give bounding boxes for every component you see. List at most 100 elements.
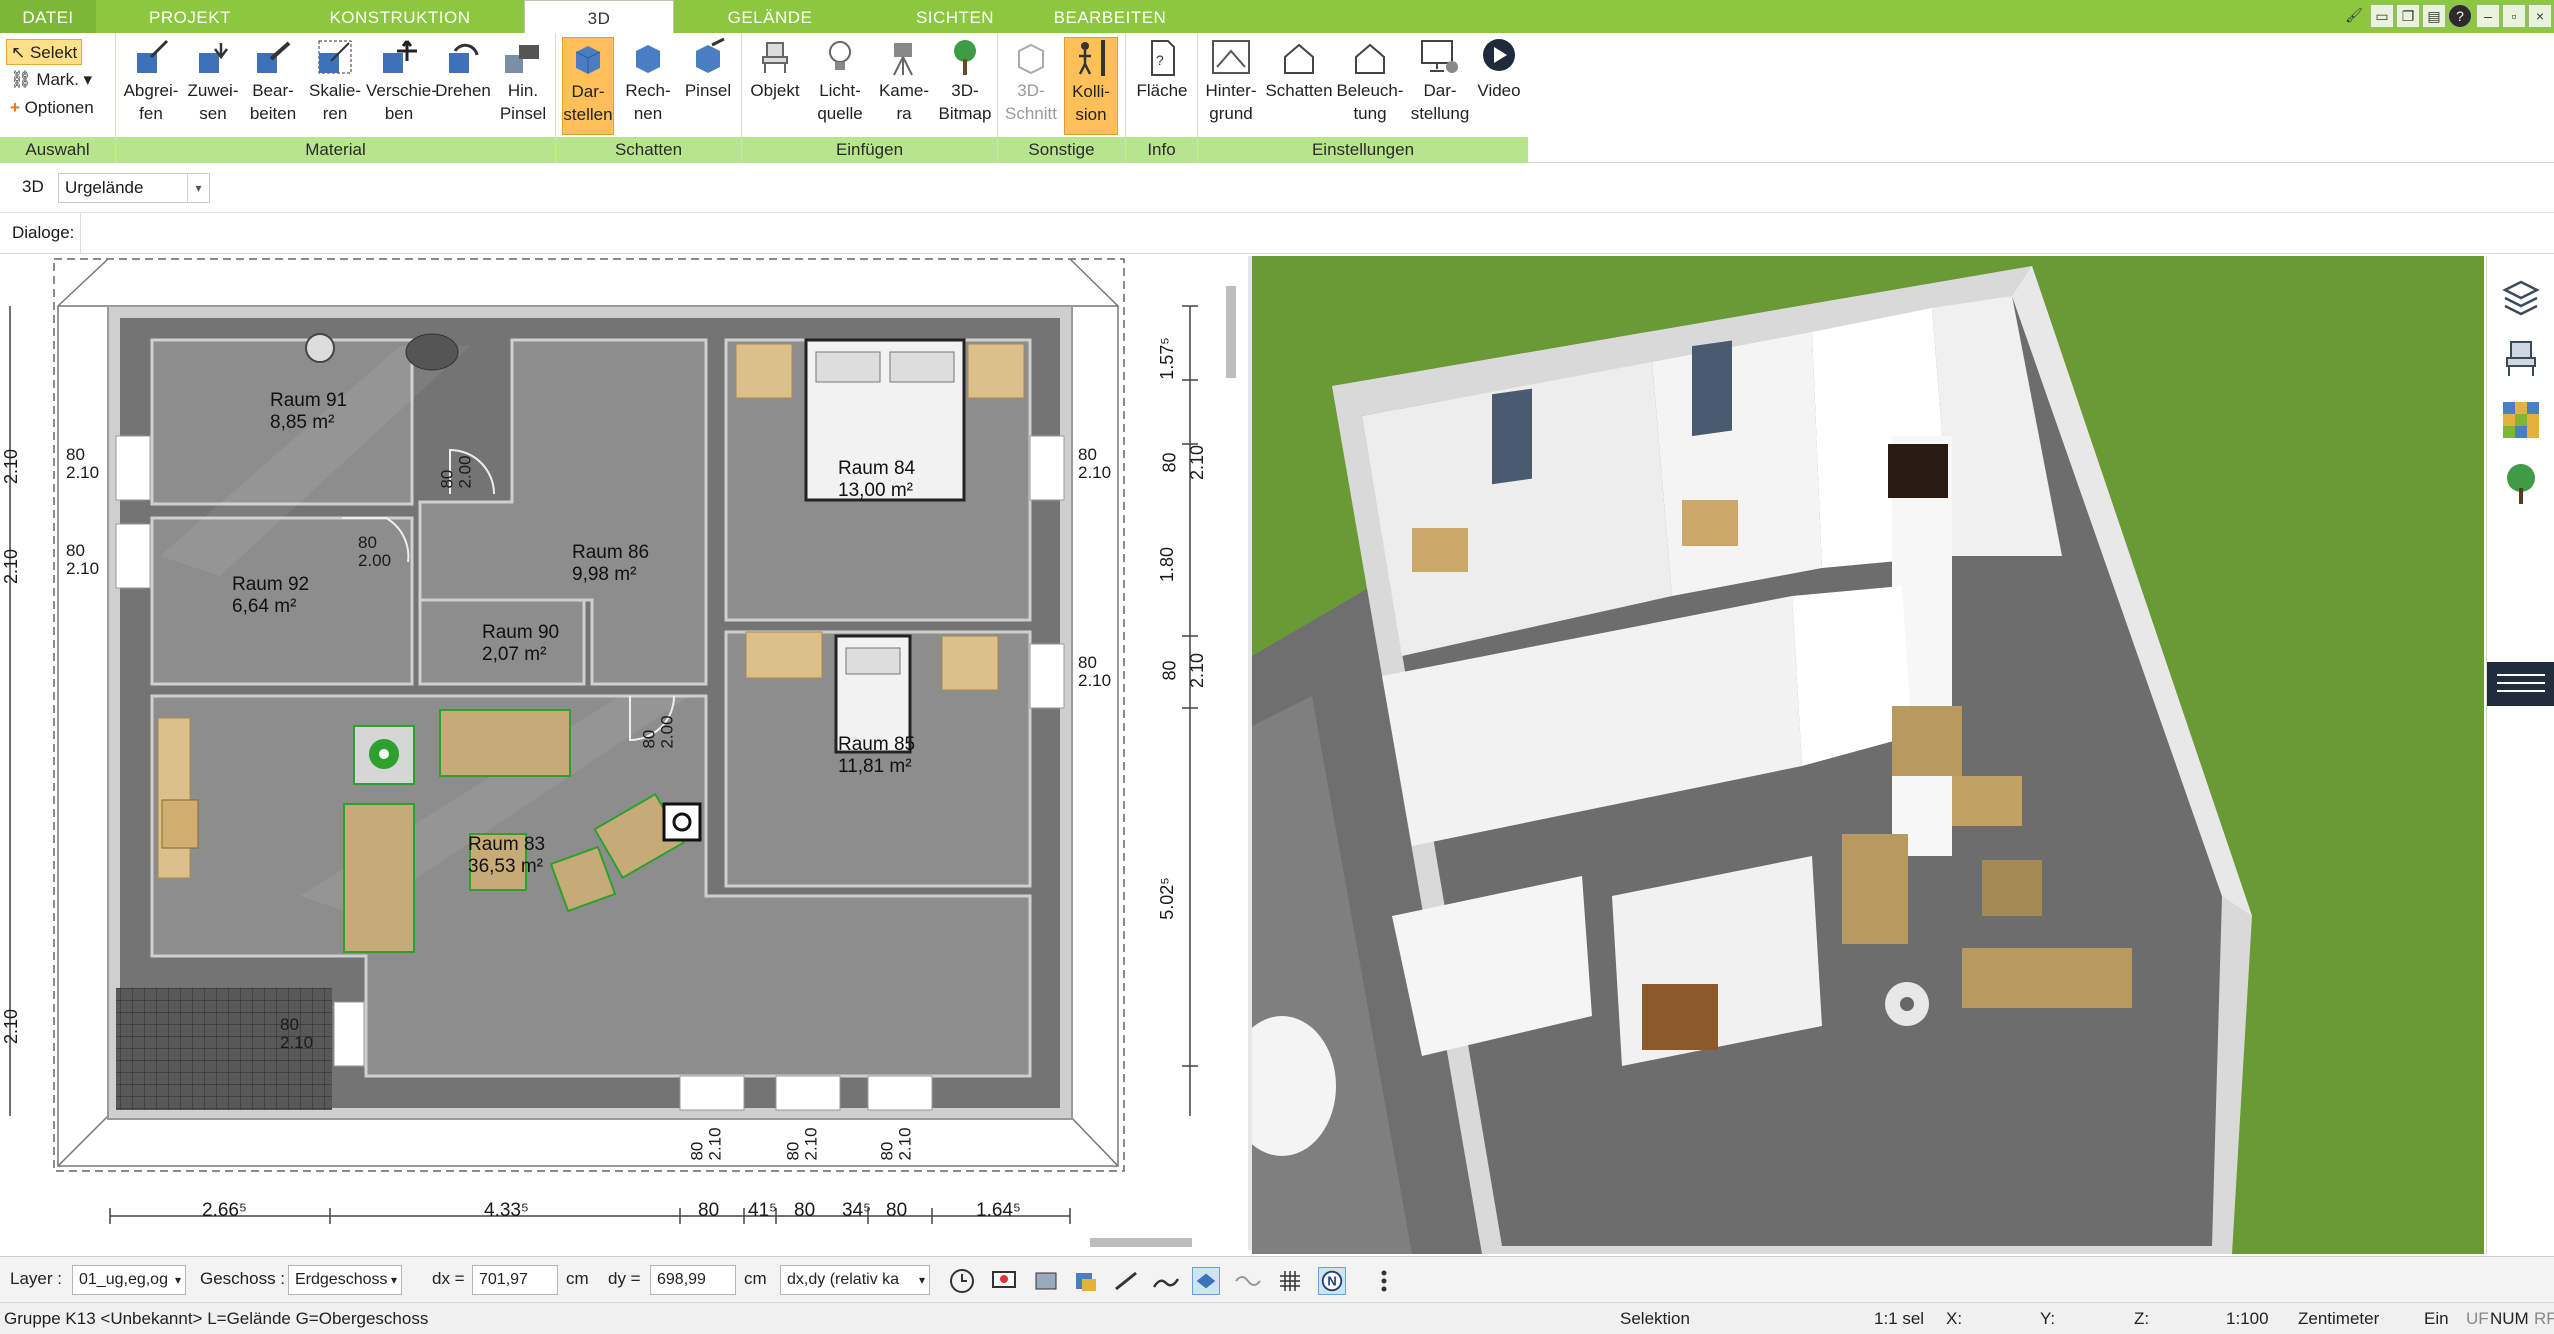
mark-button[interactable]: ⛓ Mark. ▾ [6,67,96,93]
dy-input-value: 698,99 [657,1271,706,1288]
tab-datei[interactable]: DATEI [0,0,96,33]
window-cascade-icon[interactable]: ❐ [2396,4,2420,28]
plane-view-icon[interactable] [1192,1267,1220,1295]
tab-bearbeiten[interactable]: BEARBEITEN [1050,0,1170,33]
close-button[interactable]: × [2528,4,2552,28]
more-options-icon[interactable] [1370,1267,1398,1295]
edit-material-icon [257,41,291,73]
schatten-pinsel-button[interactable]: Pinsel [680,37,736,102]
restore-button[interactable]: ▫ [2502,4,2526,28]
tab-konstruktion[interactable]: KONSTRUKTION [320,0,480,33]
objekt-button[interactable]: Objekt [746,37,804,102]
chevron-down-icon: ▾ [174,1273,181,1287]
room-92-area: 6,64 m² [232,596,297,617]
assign-material-icon [199,43,228,73]
optionen-button[interactable]: + Optionen [6,95,98,121]
lichtquelle-button[interactable]: Licht- quelle [808,37,872,125]
minimize-button[interactable]: – [2476,4,2500,28]
dim-right: 80 [1159,660,1180,681]
floor-plan-canvas[interactable] [0,256,1248,1250]
display-icon[interactable] [990,1267,1018,1295]
abgreifen-button[interactable]: Abgrei- fen [122,37,180,125]
3d-bitmap-button[interactable]: 3D- Bitmap [936,37,994,125]
flaeche-button[interactable]: ? Fläche [1132,37,1192,102]
tab-gelaende[interactable]: GELÄNDE [710,0,830,33]
tab-3d[interactable]: 3D [524,0,674,33]
schatten-rechnen-label: Rech- nen [625,81,671,123]
bearbeiten-button[interactable]: Bear- beiten [244,37,302,125]
ribbon: ↖ Selekt ⛓ Mark. ▾ + Optionen Auswahl Ab… [0,33,2554,163]
kollision-label: Kolli- sion [1072,82,1110,124]
sidebar-toggle-button[interactable] [2487,662,2554,706]
terrain-select[interactable]: Urgelände ▾ [58,173,210,203]
kollision-button[interactable]: Kolli- sion [1064,37,1118,135]
status-x: X: [1946,1309,1963,1328]
tree-icon[interactable] [2501,462,2541,506]
flaeche-label: Fläche [1136,81,1188,100]
help-icon[interactable]: ? [2448,4,2472,28]
tab-projekt[interactable]: PROJEKT [130,0,250,33]
schatten-darstellen-button[interactable]: Dar- stellen [562,37,614,135]
3d-canvas[interactable] [1252,256,2484,1254]
drehen-button[interactable]: Drehen [434,37,492,102]
paint-icon[interactable]: 🖌 [2342,4,2366,28]
group-auswahl: ↖ Selekt ⛓ Mark. ▾ + Optionen Auswahl [0,33,116,163]
terrain-icon[interactable] [1152,1267,1180,1295]
view-toolbar: 3D Urgelände ▾ [0,163,2554,213]
kamera-button[interactable]: Kame- ra [876,37,932,125]
status-rf: RF [2534,1309,2554,1328]
hintergrund-button[interactable]: Hinter- grund [1200,37,1262,125]
window-tile-icon[interactable]: ▭ [2370,4,2394,28]
einst-schatten-button[interactable]: Schatten [1264,37,1334,102]
status-y: Y: [2040,1309,2056,1328]
beleuchtung-button[interactable]: Beleuch- tung [1334,37,1406,125]
selekt-button[interactable]: ↖ Selekt [6,39,83,65]
window-arrange-icon[interactable]: ▤ [2422,4,2446,28]
layer-stack-icon[interactable] [1072,1267,1100,1295]
plan-vertical-scrollbar[interactable] [1226,286,1236,378]
dim-bottom: 4.33⁵ [484,1200,529,1221]
dy-unit: cm [744,1269,767,1288]
zuweisen-button[interactable]: Zuwei- sen [184,37,242,125]
tab-sichten[interactable]: SICHTEN [900,0,1010,33]
darstellung-label: Dar- stellung [1410,81,1470,123]
opening-label: 80 2.10 [280,1015,314,1052]
skalieren-label: Skalie- ren [309,81,361,123]
room-84-name: Raum 84 [838,458,916,479]
layers-icon[interactable] [2501,276,2541,316]
skalieren-button[interactable]: Skalie- ren [306,37,364,125]
coordinate-mode-select[interactable]: dx,dy (relativ ka ▾ [780,1265,930,1295]
dim-bottom: 2.66⁵ [202,1200,247,1221]
floor-plan-view[interactable]: Raum 91 8,85 m² Raum 92 6,64 m² Raum 86 9,9… [0,256,1248,1250]
mark-label: Mark. [36,70,79,89]
plan-horizontal-scrollbar[interactable] [1090,1238,1192,1247]
room-83-name: Raum 83 [468,834,546,855]
3d-schnitt-button[interactable]: 3D- Schnitt [1002,37,1060,125]
objects-icon[interactable] [1032,1267,1060,1295]
dx-input[interactable]: 701,97 [472,1265,558,1295]
dx-label: dx = [432,1269,465,1288]
3d-view[interactable] [1252,256,2484,1254]
grid-icon[interactable] [1276,1267,1304,1295]
layer-select[interactable]: 01_ug,eg,og ▾ [72,1265,186,1295]
verschieben-button[interactable]: Verschie- ben [366,37,437,125]
measure-icon[interactable] [1112,1267,1140,1295]
snap-icon[interactable]: N [1318,1267,1346,1295]
darstellung-button[interactable]: Dar- stellung [1408,37,1472,125]
dy-input[interactable]: 698,99 [650,1265,736,1295]
house-shadow-icon [1284,43,1314,74]
chevron-down-icon: ▾ [390,1273,397,1287]
chair-icon[interactable] [2501,338,2541,378]
group-sonstige: 3D- Schnitt Kolli- sion Sonstige [998,33,1126,163]
status-uf: UF [2466,1309,2489,1328]
hin-pinsel-button[interactable]: Hin. Pinsel [494,37,552,125]
dialoge-label: Dialoge: [12,223,75,242]
video-button[interactable]: Video [1474,37,1524,102]
wave-icon[interactable] [1234,1267,1262,1295]
objekt-label: Objekt [750,81,800,100]
geschoss-select[interactable]: Erdgeschoss ▾ [288,1265,402,1295]
materials-icon[interactable] [2501,400,2541,440]
clock-icon[interactable] [948,1267,976,1295]
schatten-rechnen-button[interactable]: Rech- nen [620,37,676,125]
background-icon [1212,40,1250,74]
